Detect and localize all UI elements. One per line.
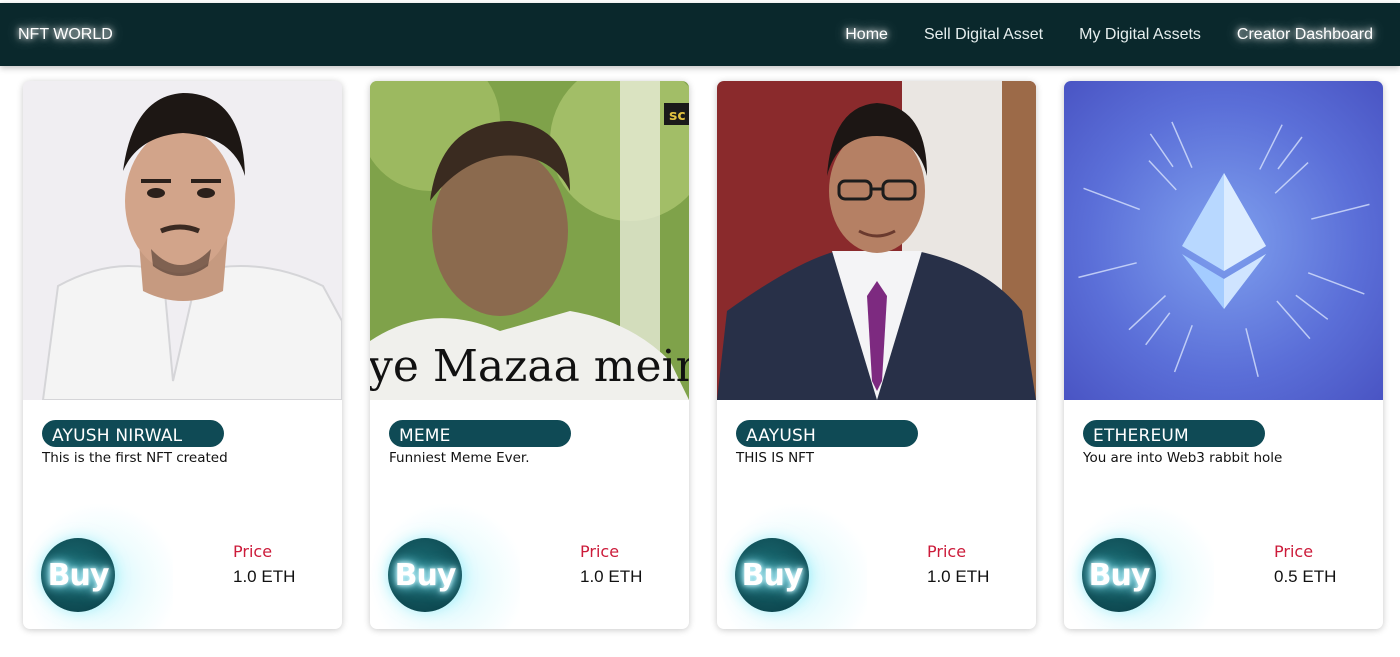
nft-description: This is the first NFT created xyxy=(42,450,228,466)
nft-image xyxy=(23,81,342,400)
nft-name: AYUSH NIRWAL xyxy=(42,420,224,447)
nav-home[interactable]: Home xyxy=(845,26,888,44)
buy-button[interactable]: Buy xyxy=(1082,538,1156,612)
meme-screenshot: sc ye Mazaa mein xyxy=(370,81,689,400)
nft-card: ETHEREUM You are into Web3 rabbit hole B… xyxy=(1064,81,1383,629)
nft-name: MEME xyxy=(389,420,571,447)
buy-button[interactable]: Buy xyxy=(735,538,809,612)
meme-corner-text: sc xyxy=(669,108,686,124)
price-label: Price xyxy=(233,542,273,561)
nav-my-digital-assets[interactable]: My Digital Assets xyxy=(1079,26,1201,44)
ethereum-logo xyxy=(1064,81,1383,400)
portrait-photo xyxy=(23,81,342,400)
buy-button[interactable]: Buy xyxy=(388,538,462,612)
portrait-photo-suit xyxy=(717,81,1036,400)
nft-name: AAYUSH xyxy=(736,420,918,447)
meme-caption: ye Mazaa mein xyxy=(370,341,689,392)
price-value: 1.0 ETH xyxy=(927,567,990,586)
price-value: 1.0 ETH xyxy=(233,567,296,586)
nft-card: AYUSH NIRWAL This is the first NFT creat… xyxy=(23,81,342,629)
price-label: Price xyxy=(1274,542,1314,561)
nav-sell-digital-asset[interactable]: Sell Digital Asset xyxy=(924,26,1043,44)
brand-logo[interactable]: NFT WORLD xyxy=(18,26,113,44)
nft-image xyxy=(1064,81,1383,400)
nft-description: You are into Web3 rabbit hole xyxy=(1083,450,1283,466)
price-label: Price xyxy=(927,542,967,561)
nav-links: Home Sell Digital Asset My Digital Asset… xyxy=(809,26,1373,44)
navbar: NFT WORLD Home Sell Digital Asset My Dig… xyxy=(0,3,1400,66)
nav-creator-dashboard[interactable]: Creator Dashboard xyxy=(1237,26,1373,44)
nft-image: sc ye Mazaa mein xyxy=(370,81,689,400)
nft-image xyxy=(717,81,1036,400)
nft-name: ETHEREUM xyxy=(1083,420,1265,447)
price-label: Price xyxy=(580,542,620,561)
nft-card: sc ye Mazaa mein MEME Funniest Meme Ever… xyxy=(370,81,689,629)
price-value: 1.0 ETH xyxy=(580,567,643,586)
nft-card: AAYUSH THIS IS NFT Buy Price 1.0 ETH xyxy=(717,81,1036,629)
nft-description: THIS IS NFT xyxy=(736,450,814,466)
buy-button[interactable]: Buy xyxy=(41,538,115,612)
nft-description: Funniest Meme Ever. xyxy=(389,450,530,466)
price-value: 0.5 ETH xyxy=(1274,567,1337,586)
